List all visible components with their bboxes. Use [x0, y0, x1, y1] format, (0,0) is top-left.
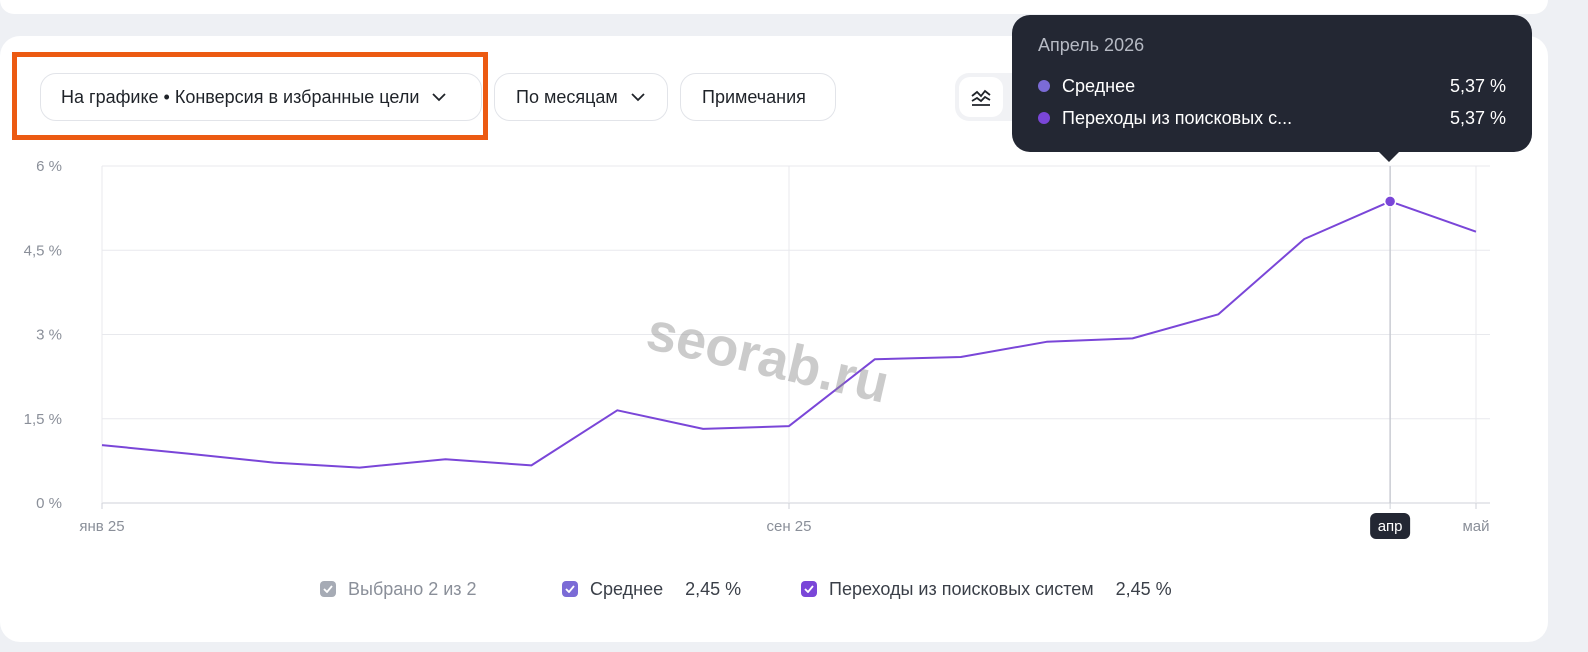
y-tick-label: 6 % [36, 158, 62, 175]
series-dot-icon [1038, 112, 1050, 124]
legend-item-value: 2,45 % [685, 578, 742, 599]
x-tick-label: май [1462, 518, 1489, 535]
highlighted-data-point [1383, 195, 1397, 208]
tooltip-row: Среднее 5,37 % [1038, 70, 1506, 102]
y-tick-label: 1,5 % [24, 411, 62, 428]
legend-selected-count: Выбрано 2 из 2 [348, 578, 477, 599]
legend-item[interactable]: Переходы из поисковых систем 2,45 % [801, 577, 1172, 601]
tooltip-series-value: 5,37 % [1449, 107, 1506, 128]
legend-select-all[interactable]: Выбрано 2 из 2 [320, 577, 477, 601]
x-tick-label: апр [1378, 518, 1403, 535]
x-tick-label: сен 25 [767, 518, 812, 535]
tooltip-series-name: Среднее [1062, 75, 1136, 96]
checkbox-checked-icon[interactable] [801, 581, 817, 597]
series-dot-icon [1038, 80, 1050, 92]
legend-item-name: Среднее [590, 578, 664, 599]
y-tick-label: 3 % [36, 327, 62, 344]
legend-item-value: 2,45 % [1115, 578, 1172, 599]
legend-item-name: Переходы из поисковых систем [829, 578, 1094, 599]
tooltip-title: Апрель 2026 [1038, 35, 1145, 55]
checkbox-checked-icon[interactable] [320, 581, 336, 597]
tooltip-pointer [1377, 150, 1401, 162]
checkbox-checked-icon[interactable] [562, 581, 578, 597]
y-tick-label: 4,5 % [24, 242, 62, 259]
chart-tooltip: Апрель 2026 Среднее 5,37 % Переходы из п… [1012, 15, 1532, 152]
tooltip-series-value: 5,37 % [1449, 75, 1506, 96]
legend-item[interactable]: Среднее 2,45 % [562, 577, 741, 601]
y-tick-label: 0 % [36, 495, 62, 512]
tooltip-row: Переходы из поисковых с... 5,37 % [1038, 102, 1506, 134]
tooltip-series-name: Переходы из поисковых с... [1062, 107, 1293, 128]
x-tick-label: янв 25 [79, 518, 124, 535]
